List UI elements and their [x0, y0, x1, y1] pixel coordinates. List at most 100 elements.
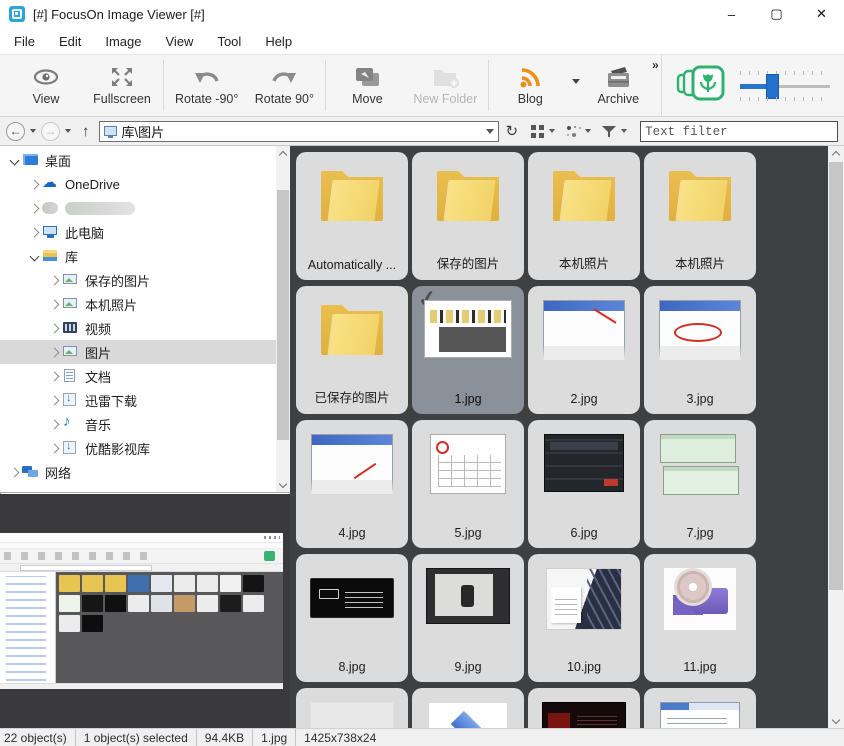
grid-item[interactable]: ✓ 10.jpg — [528, 554, 640, 682]
tree-item[interactable]: 本机照片 — [0, 292, 276, 316]
tree-item[interactable]: OneDrive — [0, 172, 276, 196]
tree-scroll-thumb[interactable] — [277, 190, 289, 440]
tree-scrollbar[interactable] — [276, 146, 290, 492]
filter-dropdown-icon[interactable] — [621, 129, 627, 133]
tree-expander-icon[interactable] — [26, 181, 42, 188]
refresh-button[interactable]: ↻ — [506, 122, 519, 140]
tree-expander-icon[interactable] — [46, 373, 62, 380]
tree-item-label: 库 — [65, 247, 78, 266]
menu-tool[interactable]: Tool — [217, 34, 241, 49]
new-folder-button[interactable]: New Folder — [405, 55, 485, 116]
back-history-dropdown-icon[interactable] — [30, 129, 36, 133]
toolbar-overflow-button[interactable]: » — [652, 58, 658, 72]
tree-item[interactable]: 迅雷下载 — [0, 388, 276, 412]
grid-item[interactable]: ✓ Automatically ... — [296, 152, 408, 280]
move-button[interactable]: Move — [329, 55, 405, 116]
tree-item-label: OneDrive — [65, 177, 120, 192]
tree-item[interactable]: 网络 — [0, 460, 276, 484]
thumbnail-size-slider[interactable] — [740, 69, 830, 103]
tree-item[interactable] — [0, 196, 276, 220]
grid-item[interactable]: ✓ 8.jpg — [296, 554, 408, 682]
tree-expander-icon[interactable] — [26, 205, 42, 212]
slider-thumb[interactable] — [766, 74, 779, 99]
tree-expander-icon[interactable] — [46, 277, 62, 284]
menu-view[interactable]: View — [166, 34, 194, 49]
grid-item[interactable]: ✓ — [644, 688, 756, 728]
tree-item[interactable]: 保存的图片 — [0, 268, 276, 292]
grid-item[interactable]: ✓ 6.jpg — [528, 420, 640, 548]
grid-item[interactable]: ✓ — [412, 688, 524, 728]
scroll-up-icon[interactable] — [276, 146, 290, 160]
grid-item[interactable]: ✓ — [528, 688, 640, 728]
grid-item[interactable]: ✓ 11.jpg — [644, 554, 756, 682]
path-dropdown-icon[interactable] — [486, 129, 494, 134]
grid-item[interactable]: ✓ 本机照片 — [644, 152, 756, 280]
image-thumbnail — [430, 434, 506, 494]
tree-item[interactable]: 此电脑 — [0, 220, 276, 244]
filter-icon[interactable] — [602, 125, 616, 138]
grid-item[interactable]: ✓ 7.jpg — [644, 420, 756, 548]
main-scroll-thumb[interactable] — [829, 162, 843, 590]
tree-expander-icon[interactable] — [6, 157, 22, 164]
thumbnail-size-icon[interactable] — [676, 65, 726, 106]
tree-item[interactable]: 桌面 — [0, 148, 276, 172]
back-button[interactable]: ← — [6, 122, 25, 141]
menu-file[interactable]: File — [14, 34, 35, 49]
maximize-button[interactable]: ▢ — [754, 0, 799, 28]
fullscreen-button[interactable]: Fullscreen — [84, 55, 160, 116]
close-button[interactable]: ✕ — [799, 0, 844, 28]
view-button[interactable]: View — [8, 55, 84, 116]
tree-expander-icon[interactable] — [26, 253, 42, 260]
grid-item[interactable]: ✓ 已保存的图片 — [296, 286, 408, 414]
tree-expander-icon[interactable] — [46, 397, 62, 404]
rotate-ccw-button[interactable]: Rotate -90° — [167, 55, 246, 116]
view-mode-dropdown-icon[interactable] — [549, 129, 555, 133]
blog-dropdown-icon[interactable] — [572, 79, 580, 84]
main-scrollbar[interactable] — [828, 146, 844, 728]
grid-item[interactable]: ✓ 1.jpg — [412, 286, 524, 414]
tree-expander-icon[interactable] — [46, 301, 62, 308]
image-thumbnail — [428, 702, 508, 728]
grid-item[interactable]: ✓ — [296, 688, 408, 728]
blog-button[interactable]: Blog — [492, 55, 580, 116]
tree-item[interactable]: 视频 — [0, 316, 276, 340]
tree-expander-icon[interactable] — [46, 325, 62, 332]
image-thumbnail — [659, 300, 741, 360]
up-button[interactable]: ↑ — [82, 123, 90, 140]
tree-expander-icon[interactable] — [46, 421, 62, 428]
text-filter-input[interactable] — [641, 122, 837, 141]
tree-expander-icon[interactable] — [46, 445, 62, 452]
sort-icon[interactable] — [566, 125, 580, 138]
tree-item[interactable]: 库 — [0, 244, 276, 268]
scroll-down-icon[interactable] — [276, 478, 290, 492]
forward-button[interactable]: → — [41, 122, 60, 141]
scroll-up-icon[interactable] — [828, 146, 844, 160]
grid-item[interactable]: ✓ 3.jpg — [644, 286, 756, 414]
app-icon — [9, 6, 25, 22]
menu-help[interactable]: Help — [265, 34, 292, 49]
grid-item[interactable]: ✓ 本机照片 — [528, 152, 640, 280]
forward-history-dropdown-icon[interactable] — [65, 129, 71, 133]
menu-image[interactable]: Image — [105, 34, 141, 49]
grid-item[interactable]: ✓ 9.jpg — [412, 554, 524, 682]
tree-expander-icon[interactable] — [26, 229, 42, 236]
tree-expander-icon[interactable] — [46, 349, 62, 356]
folder-thumbnail — [435, 168, 501, 226]
path-box[interactable]: 库\图片 — [99, 121, 499, 142]
grid-item[interactable]: ✓ 2.jpg — [528, 286, 640, 414]
minimize-button[interactable]: – — [709, 0, 754, 28]
view-mode-icon[interactable] — [531, 125, 544, 138]
scroll-down-icon[interactable] — [828, 714, 844, 728]
archive-button[interactable]: Archive — [580, 55, 656, 116]
grid-item[interactable]: ✓ 5.jpg — [412, 420, 524, 548]
tree-item[interactable]: 文档 — [0, 364, 276, 388]
tree-item[interactable]: 图片 — [0, 340, 276, 364]
sort-dropdown-icon[interactable] — [585, 129, 591, 133]
tree-item[interactable]: 优酷影视库 — [0, 436, 276, 460]
grid-item[interactable]: ✓ 4.jpg — [296, 420, 408, 548]
grid-item[interactable]: ✓ 保存的图片 — [412, 152, 524, 280]
menu-edit[interactable]: Edit — [59, 34, 81, 49]
tree-item[interactable]: 音乐 — [0, 412, 276, 436]
rotate-cw-button[interactable]: Rotate 90° — [246, 55, 322, 116]
tree-expander-icon[interactable] — [6, 469, 22, 476]
